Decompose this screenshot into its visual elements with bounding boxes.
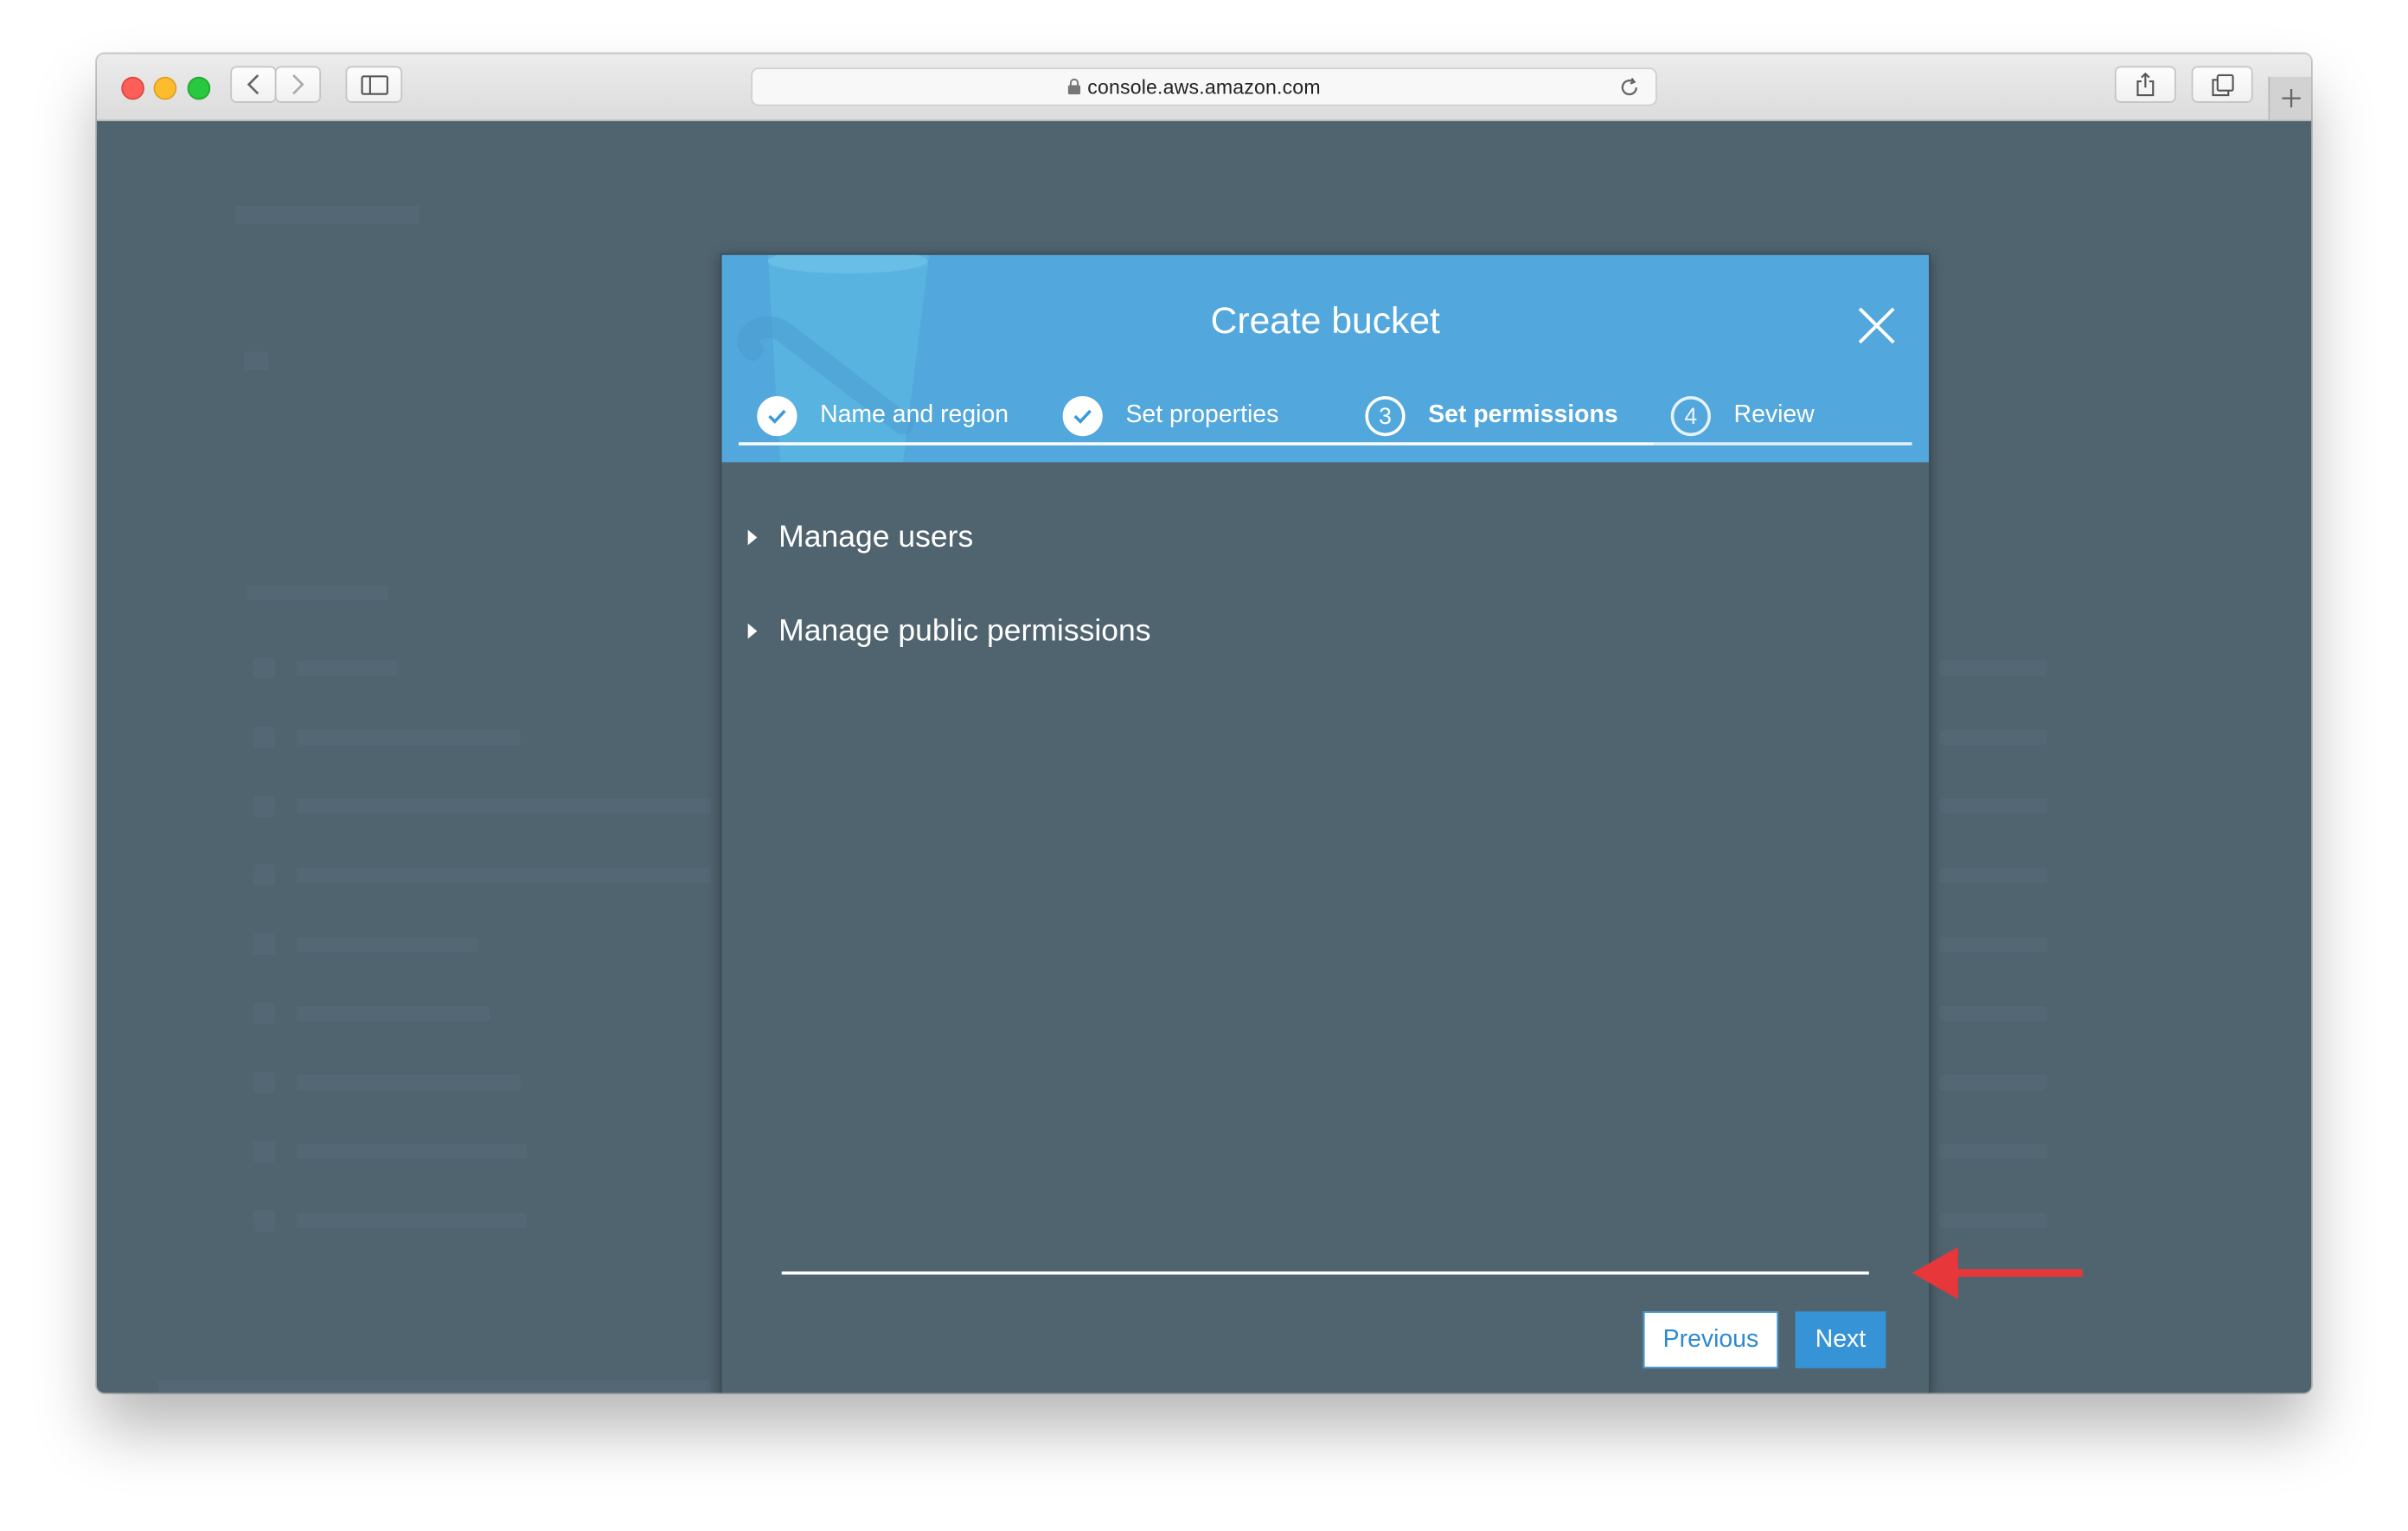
wizard-steps: Name and region Set properties 3 Set per… [739, 390, 1912, 445]
background-placeholder [1939, 660, 2047, 676]
browser-window: console.aws.amazon.com Create bucket Nam… [96, 54, 2312, 1393]
chevron-right-icon [292, 74, 304, 95]
expand-caret-icon [747, 623, 758, 639]
background-placeholder [253, 1209, 275, 1232]
step-label: Review [1733, 402, 1815, 429]
background-placeholder [296, 1074, 521, 1091]
step-label: Name and region [820, 402, 1009, 429]
tabs-icon [2211, 74, 2233, 96]
background-placeholder [1939, 798, 2047, 814]
sidebar-button[interactable] [345, 66, 403, 103]
background-placeholder [296, 660, 398, 676]
new-tab-button[interactable] [2268, 76, 2312, 120]
step-complete-icon [1062, 396, 1103, 437]
modal-title: Create bucket [1210, 300, 1440, 343]
previous-button[interactable]: Previous [1643, 1311, 1779, 1368]
tabs-overview-button[interactable] [2191, 66, 2253, 103]
background-placeholder [296, 1143, 527, 1160]
back-button[interactable] [230, 66, 277, 103]
background-placeholder [296, 1005, 490, 1022]
step-set-permissions[interactable]: 3 Set permissions [1365, 390, 1618, 442]
manage-users-section[interactable]: Manage users [747, 516, 974, 560]
section-label: Manage users [778, 519, 974, 554]
forward-button[interactable] [274, 66, 322, 103]
background-placeholder [1939, 1213, 2047, 1229]
step-number: 3 [1365, 396, 1406, 437]
step-complete-icon [757, 396, 797, 437]
share-button[interactable] [2114, 66, 2176, 103]
share-icon [2136, 72, 2155, 97]
page: console.aws.amazon.com Create bucket Nam… [0, 0, 2408, 1531]
background-placeholder [1939, 729, 2047, 746]
footer-divider [781, 1271, 1869, 1275]
background-placeholder [253, 657, 275, 679]
sidebar-icon [360, 74, 388, 94]
chevron-left-icon [247, 74, 259, 95]
step-label: Set permissions [1428, 402, 1618, 429]
background-placeholder [247, 585, 389, 601]
background-placeholder [253, 933, 275, 956]
close-icon [1858, 307, 1895, 344]
checkmark-icon [768, 409, 786, 424]
background-placeholder [157, 1380, 712, 1393]
plus-icon [2281, 88, 2300, 108]
manage-public-permissions-section[interactable]: Manage public permissions [747, 610, 1151, 653]
background-placeholder [296, 936, 478, 952]
background-placeholder [253, 726, 275, 748]
expand-caret-icon [747, 529, 758, 546]
remaining-underline [1654, 442, 1912, 445]
background-placeholder [296, 798, 712, 814]
progress-underline [739, 442, 1655, 445]
reload-icon[interactable] [1618, 77, 1640, 99]
url-text: console.aws.amazon.com [1087, 74, 1321, 99]
background-placeholder [244, 351, 269, 370]
close-modal-button[interactable] [1855, 304, 1899, 348]
minimize-window-button[interactable] [153, 76, 177, 100]
background-placeholder [1939, 936, 2047, 952]
background-placeholder [253, 1003, 275, 1025]
background-placeholder [1939, 1074, 2047, 1091]
step-name-and-region[interactable]: Name and region [757, 390, 1009, 442]
background-placeholder [253, 1072, 275, 1094]
background-placeholder [234, 205, 419, 225]
checkmark-icon [1073, 409, 1092, 424]
zoom-window-button[interactable] [187, 76, 211, 100]
modal-header: Create bucket Name and region Set proper… [721, 254, 1930, 463]
background-placeholder [296, 1213, 527, 1229]
background-placeholder [1939, 868, 2047, 883]
background-placeholder [1939, 1005, 2047, 1022]
browser-toolbar: console.aws.amazon.com [96, 54, 2312, 122]
step-label: Set properties [1125, 402, 1279, 429]
section-label: Manage public permissions [778, 613, 1151, 648]
create-bucket-modal: Create bucket Name and region Set proper… [720, 253, 1931, 1393]
background-placeholder [296, 868, 712, 883]
red-arrow-annotation [1912, 1246, 2083, 1299]
background-placeholder [1939, 1143, 2047, 1160]
step-set-properties[interactable]: Set properties [1062, 390, 1279, 442]
background-placeholder [253, 1141, 275, 1163]
background-placeholder [253, 864, 275, 887]
step-review[interactable]: 4 Review [1670, 390, 1815, 442]
background-placeholder [296, 729, 521, 746]
background-placeholder [253, 795, 275, 817]
step-number: 4 [1670, 396, 1711, 437]
next-button[interactable]: Next [1795, 1311, 1886, 1368]
console-background-overlay: Create bucket Name and region Set proper… [96, 121, 2312, 1393]
address-bar[interactable]: console.aws.amazon.com [751, 67, 1657, 106]
close-window-button[interactable] [121, 76, 144, 100]
